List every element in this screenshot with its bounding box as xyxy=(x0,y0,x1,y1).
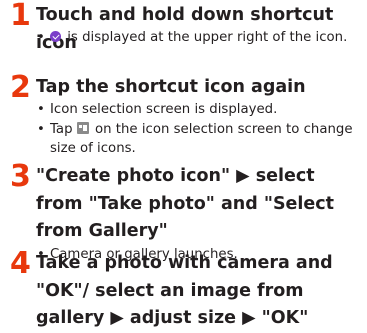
step-notes: • is displayed at the upper right of the… xyxy=(36,28,362,48)
step-number: 4 xyxy=(10,246,31,281)
step-notes: • Icon selection screen is displayed. • … xyxy=(36,100,362,159)
step-title: Take a photo with camera and "OK"/ selec… xyxy=(36,253,333,328)
list-item: • is displayed at the upper right of the… xyxy=(36,28,362,48)
step-number: 3 xyxy=(10,159,31,194)
note-text: Icon selection screen is displayed. xyxy=(50,102,278,117)
icon-size-icon xyxy=(76,121,89,134)
list-item: • Tap on the icon selection screen to ch… xyxy=(36,120,362,159)
step-number: 2 xyxy=(10,70,31,105)
note-text: on the icon selection screen to change s… xyxy=(50,121,353,157)
bullet-marker: • xyxy=(37,102,45,117)
step-title: Tap the shortcut icon again xyxy=(36,77,306,97)
list-item: • Icon selection screen is displayed. xyxy=(36,100,362,120)
bullet-marker: • xyxy=(37,121,45,137)
purple-check-icon xyxy=(50,31,61,42)
note-text-pre: Tap xyxy=(50,121,73,137)
step-title: "Create photo icon" ▶ select from "Take … xyxy=(36,166,335,241)
step-number: 1 xyxy=(10,0,31,33)
bullet-marker: • xyxy=(37,30,45,45)
note-text: is displayed at the upper right of the i… xyxy=(67,30,348,45)
